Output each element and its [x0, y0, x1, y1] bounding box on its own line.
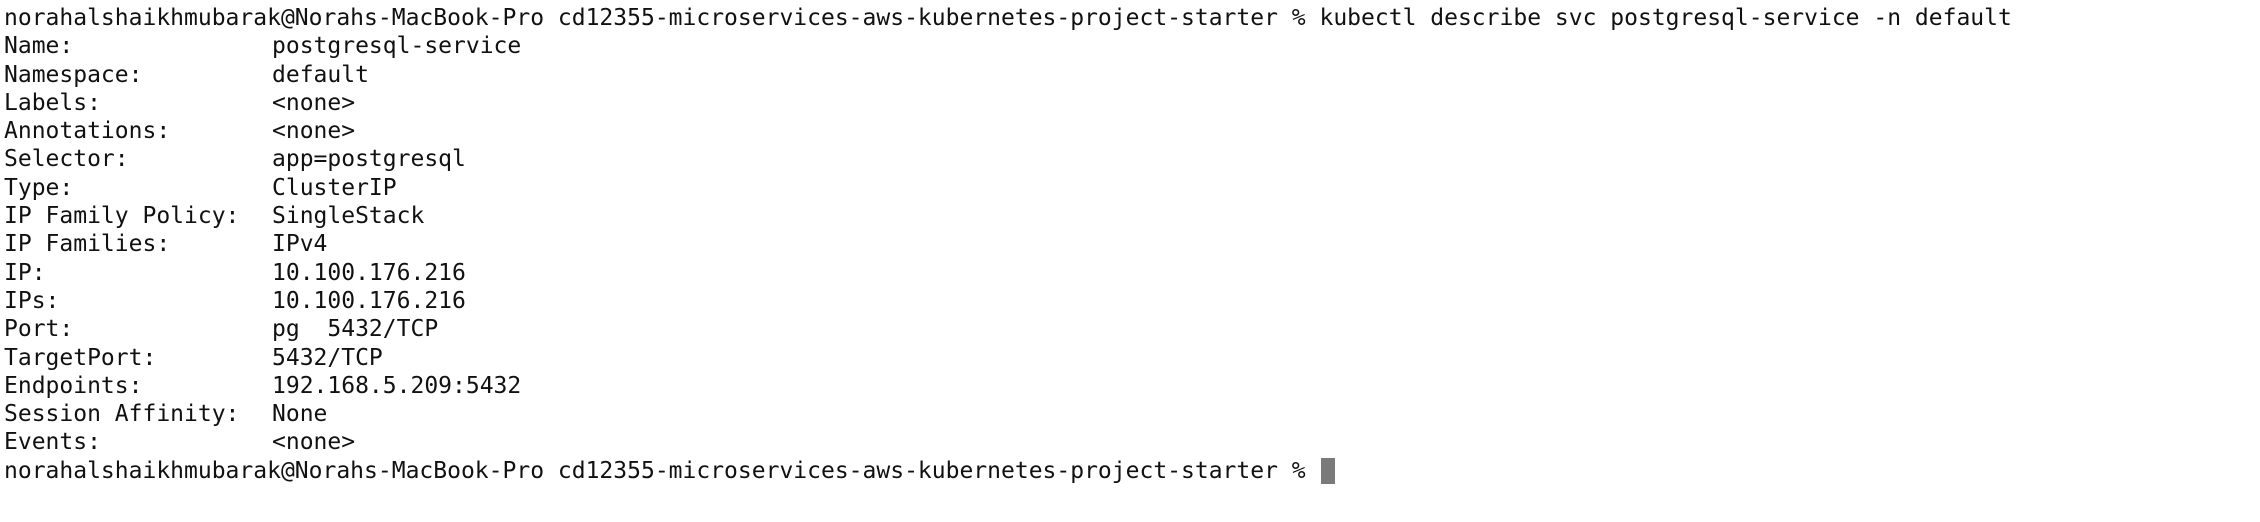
field-value: <none>: [272, 429, 356, 456]
field-row: IP: 10.100.176.216: [4, 259, 2260, 287]
field-value: None: [272, 401, 328, 428]
field-key: IP Family Policy:: [4, 203, 240, 230]
field-key: Session Affinity:: [4, 401, 240, 428]
text-cursor: [1321, 457, 1336, 484]
field-row: Type: ClusterIP: [4, 174, 2260, 202]
prompt-text: norahalshaikhmubarak@Norahs-MacBook-Pro …: [4, 457, 1320, 484]
field-value: IPv4: [272, 231, 328, 258]
field-value: SingleStack: [272, 203, 425, 230]
field-key: Events:: [4, 429, 101, 456]
field-value: 192.168.5.209:5432: [272, 372, 522, 399]
field-key: Annotations:: [4, 118, 171, 145]
field-value: app=postgresql: [272, 146, 466, 173]
field-row: Events: <none>: [4, 428, 2260, 456]
field-value: pg 5432/TCP: [272, 316, 439, 343]
field-value: postgresql-service: [272, 33, 522, 60]
field-value: 10.100.176.216: [272, 287, 466, 314]
field-row: Namespace: default: [4, 61, 2260, 89]
field-key: Type:: [4, 174, 74, 201]
field-key: Selector:: [4, 146, 129, 173]
field-value: default: [272, 61, 369, 88]
field-value: ClusterIP: [272, 174, 397, 201]
field-row: Labels: <none>: [4, 89, 2260, 117]
field-key: IP Families:: [4, 231, 171, 258]
field-row: Name: postgresql-service: [4, 32, 2260, 60]
field-key: Labels:: [4, 89, 101, 116]
field-key: IPs:: [4, 287, 60, 314]
terminal-output: norahalshaikhmubarak@Norahs-MacBook-Pro …: [4, 4, 2260, 485]
field-key: Port:: [4, 316, 74, 343]
field-row: Selector: app=postgresql: [4, 145, 2260, 173]
field-row: TargetPort: 5432/TCP: [4, 344, 2260, 372]
field-key: Name:: [4, 33, 74, 60]
field-row: Session Affinity: None: [4, 400, 2260, 428]
field-row: Annotations: <none>: [4, 117, 2260, 145]
field-row: IPs: 10.100.176.216: [4, 287, 2260, 315]
field-key: Namespace:: [4, 61, 143, 88]
field-key: TargetPort:: [4, 344, 157, 371]
field-value: 5432/TCP: [272, 344, 383, 371]
field-value: <none>: [272, 118, 356, 145]
prompt-line[interactable]: norahalshaikhmubarak@Norahs-MacBook-Pro …: [4, 457, 2260, 485]
field-key: IP:: [4, 259, 46, 286]
field-value: 10.100.176.216: [272, 259, 466, 286]
field-row: Port: pg 5432/TCP: [4, 315, 2260, 343]
command-line: norahalshaikhmubarak@Norahs-MacBook-Pro …: [4, 5, 2012, 31]
field-row: IP Families: IPv4: [4, 230, 2260, 258]
field-value: <none>: [272, 89, 356, 116]
field-row: Endpoints: 192.168.5.209:5432: [4, 372, 2260, 400]
field-row: IP Family Policy: SingleStack: [4, 202, 2260, 230]
terminal-window[interactable]: norahalshaikhmubarak@Norahs-MacBook-Pro …: [0, 0, 2260, 522]
field-key: Endpoints:: [4, 372, 143, 399]
